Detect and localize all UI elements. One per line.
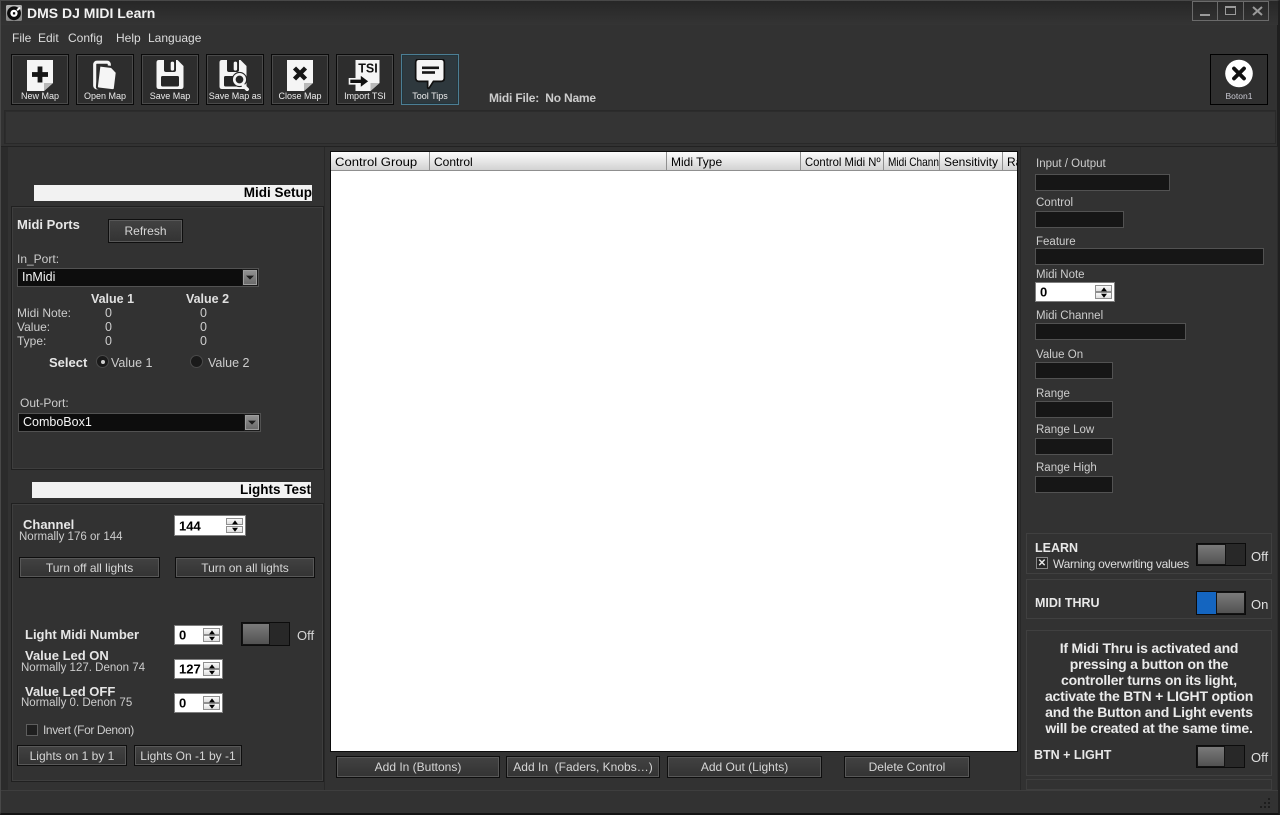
svg-text:TSI: TSI (358, 62, 377, 76)
